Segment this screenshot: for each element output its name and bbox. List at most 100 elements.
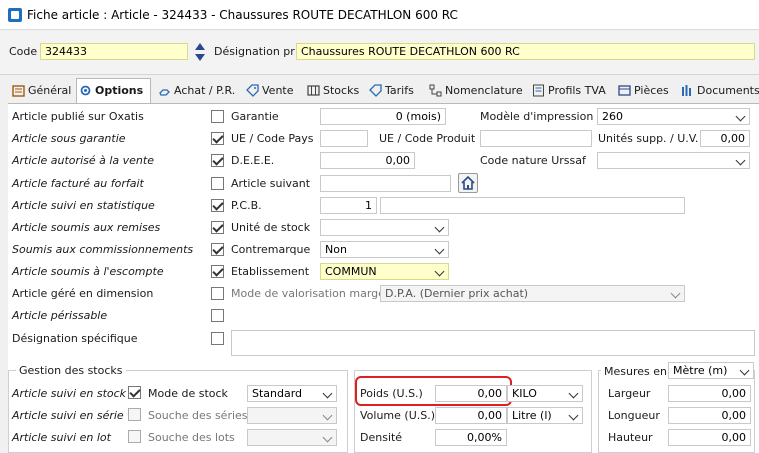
modele-impression-select[interactable]: 260 xyxy=(597,108,750,125)
tab-label: Pièces xyxy=(634,84,669,97)
hauteur-field[interactable]: 0,00 xyxy=(668,429,751,446)
article-suivant-label: Article suivant xyxy=(231,177,311,190)
stocks-icon xyxy=(307,85,320,96)
checkbox-facture-forfait[interactable] xyxy=(211,177,224,190)
mode-stock-select[interactable]: Standard xyxy=(247,385,337,402)
deee-field[interactable]: 0,00 xyxy=(320,152,415,169)
ursaf-label: Code nature Urssaf xyxy=(480,154,586,167)
window-title: Fiche article : Article - 324433 - Chaus… xyxy=(27,8,458,22)
tab-achat[interactable]: Achat / P.R. xyxy=(156,79,238,102)
option-label: Article soumis à l'escompte xyxy=(12,265,164,278)
deee-label: D.E.E.E. xyxy=(231,154,275,167)
checkbox-suivi-statistique[interactable] xyxy=(211,199,224,212)
designation-field[interactable]: Chaussures ROUTE DECATHLON 600 RC xyxy=(296,43,755,60)
unite-stock-label: Unité de stock xyxy=(231,221,311,234)
tab-pieces[interactable]: Pièces xyxy=(616,79,678,102)
souche-lots-select[interactable] xyxy=(247,429,337,446)
tab-documents[interactable]: Documents xyxy=(679,79,759,102)
tag-icon xyxy=(246,84,259,97)
contremarque-select[interactable]: Non xyxy=(320,241,449,258)
ue-produit-field[interactable] xyxy=(480,130,592,147)
home-button[interactable] xyxy=(458,173,478,193)
stock-field-label: Mode de stock xyxy=(148,387,228,400)
documents-icon xyxy=(682,85,691,96)
tab-label: Tarifs xyxy=(385,84,414,97)
code-field[interactable]: 324433 xyxy=(40,43,188,60)
garantie-field[interactable]: 0 (mois) xyxy=(320,108,446,125)
tab-label: Vente xyxy=(262,84,294,97)
pcb-label: P.C.B. xyxy=(231,199,262,212)
longueur-field[interactable]: 0,00 xyxy=(668,407,751,424)
header-band: Code 324433 Désignation pr Chaussures RO… xyxy=(0,31,759,75)
ursaf-select[interactable] xyxy=(597,152,750,169)
souche-series-select[interactable] xyxy=(247,407,337,424)
tva-icon xyxy=(533,84,544,97)
contremarque-label: Contremarque xyxy=(231,243,311,256)
checkbox-designation-specifique[interactable] xyxy=(211,332,224,345)
tab-label: Stocks xyxy=(323,84,360,97)
volume-field[interactable]: 0,00 xyxy=(435,407,507,424)
etablissement-label: Etablissement xyxy=(231,265,310,278)
article-suivant-field[interactable] xyxy=(320,175,451,192)
pcb-field[interactable]: 1 xyxy=(320,197,377,214)
tab-stocks[interactable]: Stocks xyxy=(305,79,363,102)
etablissement-select[interactable]: COMMUN xyxy=(320,263,449,280)
option-label: Article sous garantie xyxy=(12,132,126,145)
valorisation-label: Mode de valorisation marge xyxy=(231,287,385,300)
largeur-field[interactable]: 0,00 xyxy=(668,385,751,402)
option-label: Article soumis aux remises xyxy=(12,221,161,234)
ue-pays-field[interactable] xyxy=(320,130,368,147)
valorisation-select[interactable]: D.P.A. (Dernier prix achat) xyxy=(380,285,685,302)
stock-row-label: Article suivi en série xyxy=(12,409,124,422)
gear-icon xyxy=(80,85,91,96)
checkbox-suivi-serie[interactable] xyxy=(128,408,141,421)
tree-icon xyxy=(429,84,442,97)
tab-general[interactable]: Général xyxy=(10,79,76,102)
ue-produit-label: UE / Code Produit xyxy=(379,132,476,145)
stock-field-label: Souche des séries xyxy=(148,409,248,422)
updown-arrows-icon[interactable] xyxy=(193,41,207,63)
densite-label: Densité xyxy=(360,431,403,444)
checkbox-escompte[interactable] xyxy=(211,265,224,278)
checkbox-autorise-vente[interactable] xyxy=(211,154,224,167)
ue-pays-label: UE / Code Pays xyxy=(231,132,314,145)
tab-label: Options xyxy=(95,84,144,97)
stock-management-title: Gestion des stocks xyxy=(16,364,126,377)
designation-specifique-field[interactable] xyxy=(231,330,755,356)
poids-unit-select[interactable]: KILO xyxy=(507,385,583,402)
modele-impression-label: Modèle d'impression xyxy=(480,110,594,123)
checkbox-commissionnements[interactable] xyxy=(211,243,224,256)
tab-nomenclature[interactable]: Nomenclature xyxy=(427,79,527,102)
checkbox-suivi-stock[interactable] xyxy=(128,386,141,399)
volume-unit-select[interactable]: Litre (l) xyxy=(507,407,583,424)
measurements-unit-select[interactable]: Mètre (m) xyxy=(668,362,754,379)
largeur-label: Largeur xyxy=(608,387,651,400)
option-label: Article publié sur Oxatis xyxy=(12,110,144,123)
densite-field[interactable]: 0,00% xyxy=(435,429,507,446)
checkbox-gere-dimension[interactable] xyxy=(211,287,224,300)
stock-row-label: Article suivi en stock xyxy=(12,387,127,400)
tab-options[interactable]: Options xyxy=(76,78,151,103)
option-label: Désignation spécifique xyxy=(12,332,138,345)
tab-vente[interactable]: Vente xyxy=(244,79,302,102)
stock-field-label: Souche des lots xyxy=(148,431,235,444)
checkbox-suivi-lot[interactable] xyxy=(128,430,141,443)
tab-tarifs[interactable]: Tarifs xyxy=(367,79,423,102)
tab-profils-tva[interactable]: Profils TVA xyxy=(530,79,616,102)
poids-label: Poids (U.S.) xyxy=(360,387,423,400)
stock-row-label: Article suivi en lot xyxy=(12,431,111,444)
unite-stock-select[interactable] xyxy=(320,219,449,236)
tab-label: Général xyxy=(28,84,72,97)
pcb-extra-field[interactable] xyxy=(380,197,685,214)
checkbox-sous-garantie[interactable] xyxy=(211,132,224,145)
unites-supp-field[interactable]: 0,00 xyxy=(700,130,750,147)
checkbox-publie-oxatis[interactable] xyxy=(211,110,224,123)
code-label: Code xyxy=(9,45,38,58)
checkbox-perissable[interactable] xyxy=(211,309,224,322)
poids-field[interactable]: 0,00 xyxy=(435,385,507,402)
unites-supp-label: Unités supp. / U.V. xyxy=(598,132,699,145)
window-titlebar: Fiche article : Article - 324433 - Chaus… xyxy=(0,0,759,30)
checkbox-soumis-remises[interactable] xyxy=(211,221,224,234)
option-label: Article autorisé à la vente xyxy=(12,154,154,167)
tab-label: Nomenclature xyxy=(445,84,523,97)
